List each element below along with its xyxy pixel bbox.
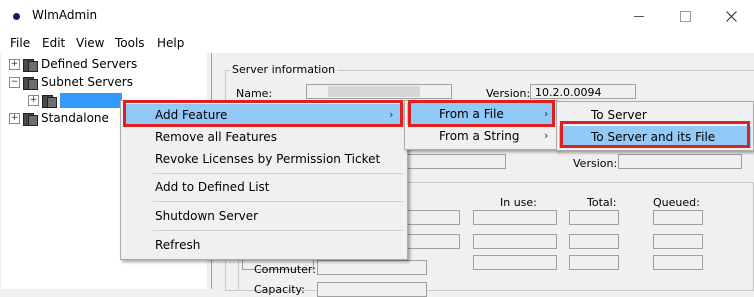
app-icon	[13, 13, 20, 20]
feature-field-c3	[569, 255, 619, 270]
title-bar: WlmAdmin	[0, 0, 754, 33]
tree-node-defined-servers[interactable]: + Defined Servers	[9, 55, 137, 73]
version-label-2: Version:	[573, 157, 618, 170]
submenu-arrow-icon: ›	[544, 129, 549, 142]
minimize-icon	[634, 16, 644, 17]
feature-field-a3	[569, 210, 619, 225]
menu-separator	[153, 230, 403, 231]
submenu-arrow-icon: ›	[389, 108, 394, 121]
feature-field-a2	[473, 210, 557, 225]
in-use-header: In use:	[500, 196, 537, 209]
tree-label-subnet-servers: Subnet Servers	[41, 75, 133, 89]
menu-item-add-feature[interactable]: Add Feature ›	[123, 104, 405, 126]
feature-field-b2	[473, 234, 557, 249]
menu-file[interactable]: File	[10, 36, 30, 50]
tree-node-selected-server[interactable]: +	[28, 91, 122, 109]
feature-field-b3	[569, 234, 619, 249]
maximize-icon	[679, 11, 691, 22]
menu-view[interactable]: View	[76, 36, 104, 50]
menu-tools[interactable]: Tools	[115, 36, 145, 50]
commuter-field	[317, 260, 427, 275]
from-file-submenu: To Server To Server and its File	[556, 101, 754, 151]
name-label: Name:	[236, 87, 273, 100]
tree-node-standalone[interactable]: + Standalone	[9, 109, 109, 127]
menu-bar: File Edit View Tools Help	[0, 33, 754, 53]
capacity-label: Capacity:	[254, 283, 305, 296]
selected-server-name[interactable]	[60, 92, 122, 108]
server-group-icon	[23, 58, 38, 72]
feature-field-b4	[653, 234, 703, 249]
version-field: 10.2.0.0094	[530, 84, 636, 99]
window-title: WlmAdmin	[32, 8, 98, 22]
menu-item-to-server-and-its-file[interactable]: To Server and its File	[559, 126, 751, 148]
minimize-button[interactable]	[616, 0, 662, 33]
menu-item-refresh[interactable]: Refresh	[123, 234, 405, 256]
add-feature-submenu: From a File › From a String ›	[404, 100, 558, 150]
version-field-2	[618, 154, 742, 169]
commuter-label: Commuter:	[254, 263, 316, 276]
feature-field-c4	[653, 255, 703, 270]
wlmadmin-window: WlmAdmin File Edit View Tools Help + Def…	[0, 0, 754, 297]
menu-item-add-to-defined-list[interactable]: Add to Defined List	[123, 176, 405, 198]
total-header: Total:	[587, 196, 617, 209]
server-info-field-4	[406, 154, 506, 169]
tree-node-subnet-servers[interactable]: − Subnet Servers	[9, 73, 133, 91]
close-icon	[725, 11, 737, 22]
server-group-icon	[23, 76, 38, 90]
maximize-button[interactable]	[662, 0, 708, 33]
tree-label-defined-servers: Defined Servers	[41, 57, 138, 71]
redacted-server-name	[328, 86, 420, 97]
menu-item-from-a-file[interactable]: From a File ›	[407, 103, 555, 125]
feature-field-c2	[473, 255, 557, 270]
menu-separator	[153, 201, 403, 202]
feature-field-a4	[653, 210, 703, 225]
server-icon	[42, 94, 57, 108]
menu-item-from-a-string[interactable]: From a String ›	[407, 125, 555, 147]
collapse-icon[interactable]: −	[9, 76, 20, 88]
menu-item-remove-all-features[interactable]: Remove all Features	[123, 126, 405, 148]
menu-edit[interactable]: Edit	[42, 36, 65, 50]
expand-icon[interactable]: +	[28, 94, 39, 106]
queued-header: Queued:	[653, 196, 700, 209]
menu-item-shutdown-server[interactable]: Shutdown Server	[123, 205, 405, 227]
expand-icon[interactable]: +	[9, 58, 20, 70]
version-label: Version:	[486, 87, 531, 100]
close-button[interactable]	[708, 0, 754, 33]
menu-item-revoke-licenses[interactable]: Revoke Licenses by Permission Ticket	[123, 148, 405, 170]
server-information-label: Server information	[230, 63, 338, 76]
menu-separator	[153, 173, 403, 174]
server-group-icon	[23, 112, 38, 126]
capacity-field	[317, 282, 427, 297]
submenu-arrow-icon: ›	[544, 107, 549, 120]
expand-icon[interactable]: +	[9, 112, 20, 124]
menu-item-to-server[interactable]: To Server	[559, 104, 751, 126]
server-context-menu: Add Feature › Remove all Features Revoke…	[120, 100, 408, 260]
menu-help[interactable]: Help	[157, 36, 184, 50]
tree-label-standalone: Standalone	[41, 111, 109, 125]
